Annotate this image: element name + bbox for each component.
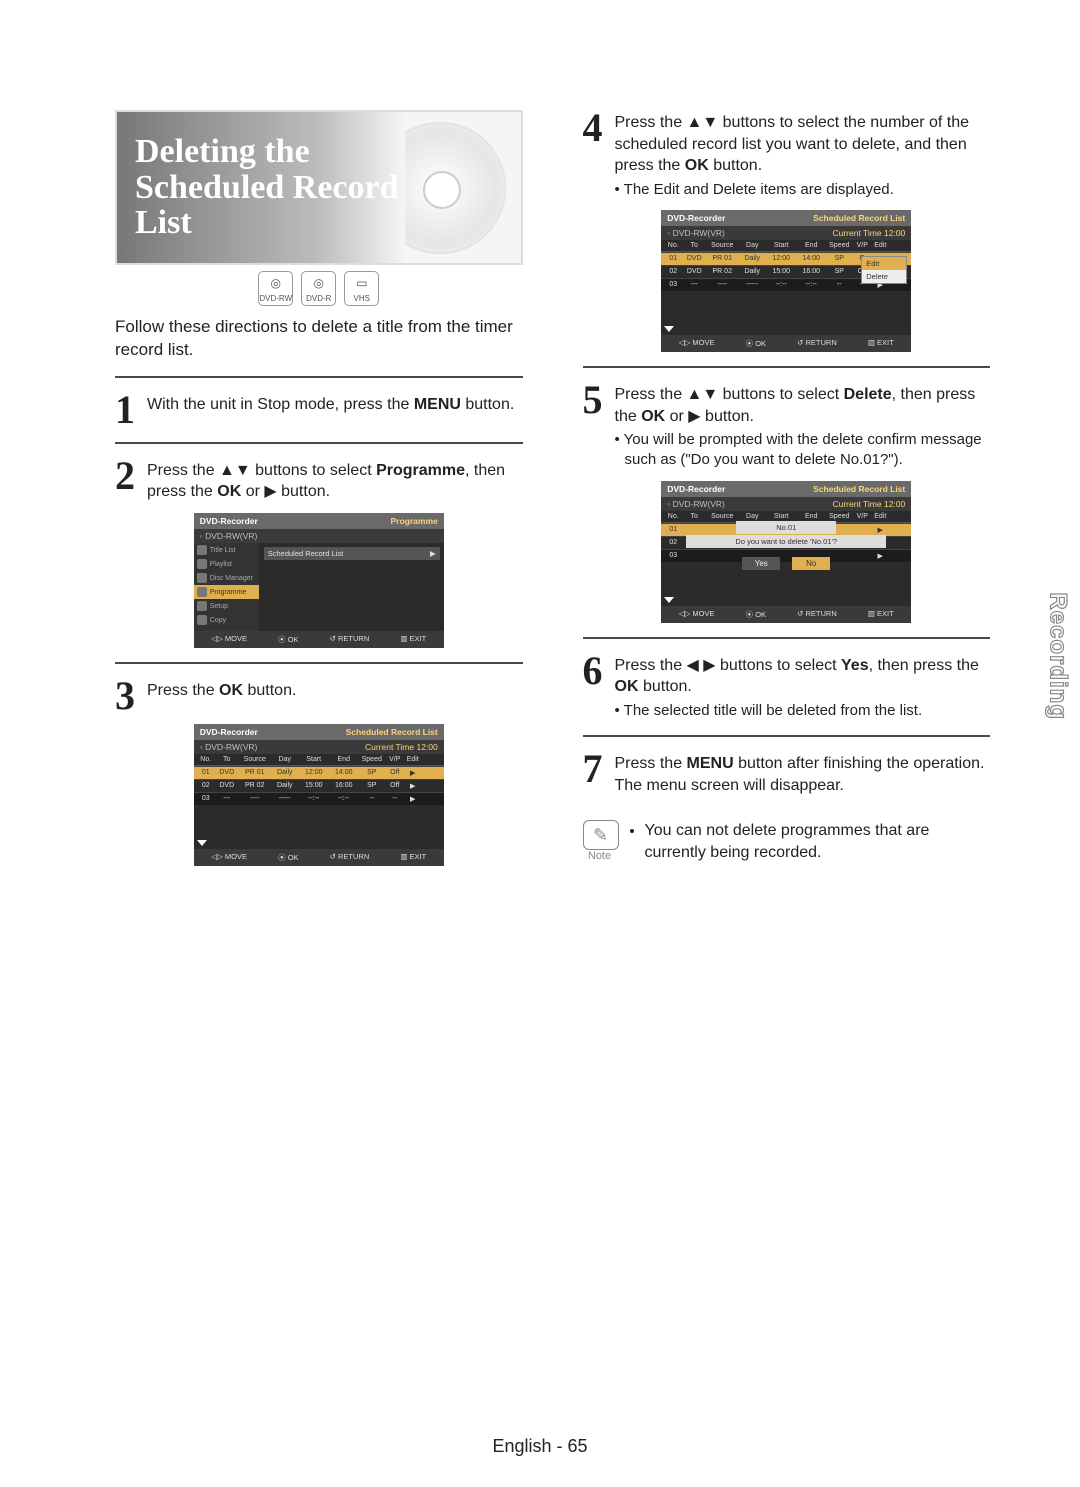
badge-dvd-r: ◎ DVD-R <box>301 271 336 306</box>
intro-paragraph: Follow these directions to delete a titl… <box>115 316 523 362</box>
step-text: Press the OK button. <box>147 678 296 714</box>
step-text: Press the ▲▼ buttons to select Programme… <box>147 458 523 503</box>
scroll-down-icon <box>197 840 207 846</box>
step-6: 6 Press the ◀ ▶ buttons to select Yes, t… <box>583 653 991 721</box>
disc-icon: ◎ <box>314 272 324 294</box>
hero-title-line2: Scheduled Record List <box>135 169 399 242</box>
step-number: 6 <box>583 653 609 721</box>
step-text: Press the MENU button after finishing th… <box>615 751 991 796</box>
confirm-message: Do you want to delete 'No.01'? <box>686 535 886 548</box>
scroll-down-icon <box>664 326 674 332</box>
step-1: 1 With the unit in Stop mode, press the … <box>115 392 523 428</box>
divider <box>583 735 991 737</box>
divider <box>583 366 991 368</box>
page-footer: English - 65 <box>0 1436 1080 1457</box>
step-text: Press the ▲▼ buttons to select Delete, t… <box>615 382 991 471</box>
step-text: Press the ◀ ▶ buttons to select Yes, the… <box>615 653 991 721</box>
table-row: 02DVDPR 02Daily15:0016:00SPOff▶ <box>194 779 444 792</box>
divider <box>115 376 523 378</box>
step-number: 3 <box>115 678 141 714</box>
step-2: 2 Press the ▲▼ buttons to select Program… <box>115 458 523 503</box>
step-5: 5 Press the ▲▼ buttons to select Delete,… <box>583 382 991 471</box>
table-row: 01DVDPR 01Daily12:0014:00SPOff▶ <box>194 766 444 779</box>
step-7: 7 Press the MENU button after finishing … <box>583 751 991 796</box>
osd-title: DVD-Recorder <box>200 727 258 737</box>
section-hero: Deleting the Scheduled Record List <box>115 110 523 265</box>
divider <box>115 662 523 664</box>
osd-context: Scheduled Record List <box>346 727 438 737</box>
divider <box>115 442 523 444</box>
note-item: You can not delete programmes that are c… <box>645 820 991 863</box>
step-number: 1 <box>115 392 141 428</box>
confirm-title-bar: No.01 <box>736 521 836 534</box>
no-button: No <box>792 557 830 570</box>
disc-icon: ◎ <box>271 272 281 294</box>
osd-title: DVD-Recorder <box>200 516 258 526</box>
osd-programme-menu: DVD-Recorder Programme ◦ DVD-RW(VR) Titl… <box>194 513 444 648</box>
tape-icon: ▭ <box>356 272 367 294</box>
section-side-tab: Recording <box>1044 592 1072 720</box>
step-number: 4 <box>583 110 609 200</box>
badge-dvd-rw: ◎ DVD-RW <box>258 271 293 306</box>
note-box: ✎ Note You can not delete programmes tha… <box>583 820 991 863</box>
table-row: 03--------------:----:------▶ <box>194 792 444 805</box>
step-3: 3 Press the OK button. <box>115 678 523 714</box>
osd-delete-confirm: DVD-Recorder Scheduled Record List ◦ DVD… <box>661 481 911 623</box>
badge-vhs: ▭ VHS <box>344 271 379 306</box>
step-4: 4 Press the ▲▼ buttons to select the num… <box>583 110 991 200</box>
step-number: 2 <box>115 458 141 503</box>
osd-schedule-list-popup: DVD-Recorder Scheduled Record List ◦ DVD… <box>661 210 911 352</box>
osd-context: Programme <box>391 516 438 526</box>
scroll-down-icon <box>664 597 674 603</box>
media-badges: ◎ DVD-RW ◎ DVD-R ▭ VHS <box>115 271 523 306</box>
yes-button: Yes <box>742 557 780 570</box>
hero-title-line1: Deleting the <box>135 133 310 170</box>
step-text: Press the ▲▼ buttons to select the numbe… <box>615 110 991 200</box>
step-number: 5 <box>583 382 609 471</box>
step-text: With the unit in Stop mode, press the ME… <box>147 392 514 428</box>
note-icon: ✎ <box>583 820 619 850</box>
step-number: 7 <box>583 751 609 796</box>
osd-schedule-list: DVD-Recorder Scheduled Record List ◦ DVD… <box>194 724 444 866</box>
edit-delete-popup: Edit Delete <box>861 256 907 284</box>
divider <box>583 637 991 639</box>
